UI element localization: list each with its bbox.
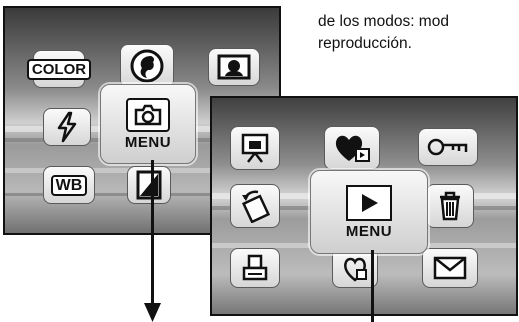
playback-menu-label: MENU bbox=[345, 222, 393, 240]
heart-icon bbox=[335, 135, 370, 162]
caption-line-1: de los modos: mod bbox=[318, 13, 449, 30]
caption-text: de los modos: mod reproducción. bbox=[318, 0, 519, 55]
playback-menu-button[interactable]: MENU bbox=[310, 170, 428, 254]
arrow-shaft-left bbox=[151, 160, 154, 313]
flash-icon[interactable] bbox=[43, 108, 91, 146]
camera-icon bbox=[126, 97, 170, 132]
color-mode-icon[interactable]: COLOR bbox=[26, 50, 92, 88]
wb-icon[interactable]: WB bbox=[43, 166, 95, 204]
print-icon[interactable] bbox=[230, 248, 280, 288]
projector-screen-icon bbox=[241, 133, 269, 163]
protect-key-icon[interactable] bbox=[418, 128, 478, 166]
slideshow-icon[interactable] bbox=[230, 126, 280, 170]
caption-line-cut bbox=[318, 0, 519, 11]
record-menu-label: MENU bbox=[124, 133, 172, 151]
playback-icon bbox=[346, 184, 392, 221]
portrait-glyph-icon bbox=[130, 49, 164, 83]
frame-portrait-icon bbox=[217, 54, 251, 80]
exposure-icon[interactable] bbox=[127, 166, 171, 204]
delete-icon[interactable] bbox=[426, 184, 474, 228]
camera-glyph-icon bbox=[134, 104, 162, 125]
envelope-icon bbox=[433, 256, 467, 280]
trash-icon bbox=[440, 191, 460, 221]
wb-label: WB bbox=[50, 174, 88, 196]
dpof-glyph-icon bbox=[344, 257, 367, 282]
landscape-preview-icon[interactable] bbox=[208, 48, 260, 86]
lightning-icon bbox=[57, 111, 77, 143]
portrait-icon[interactable] bbox=[120, 44, 174, 88]
exposure-glyph-icon bbox=[136, 170, 162, 200]
printer-icon bbox=[242, 254, 268, 281]
arrow-shaft-right bbox=[371, 250, 374, 322]
color-label: COLOR bbox=[26, 58, 92, 80]
play-triangle-icon bbox=[362, 193, 378, 212]
caption-line-2: reproducción. bbox=[318, 35, 412, 52]
rotate-glyph-icon bbox=[241, 190, 271, 223]
record-menu-button[interactable]: MENU bbox=[100, 84, 196, 164]
arrow-down-icon bbox=[144, 303, 161, 322]
playback-menu-screen: MENU bbox=[210, 96, 518, 316]
email-icon[interactable] bbox=[422, 248, 478, 288]
favorite-icon[interactable] bbox=[324, 126, 380, 170]
key-icon bbox=[427, 138, 468, 156]
rotate-icon[interactable] bbox=[230, 184, 280, 228]
